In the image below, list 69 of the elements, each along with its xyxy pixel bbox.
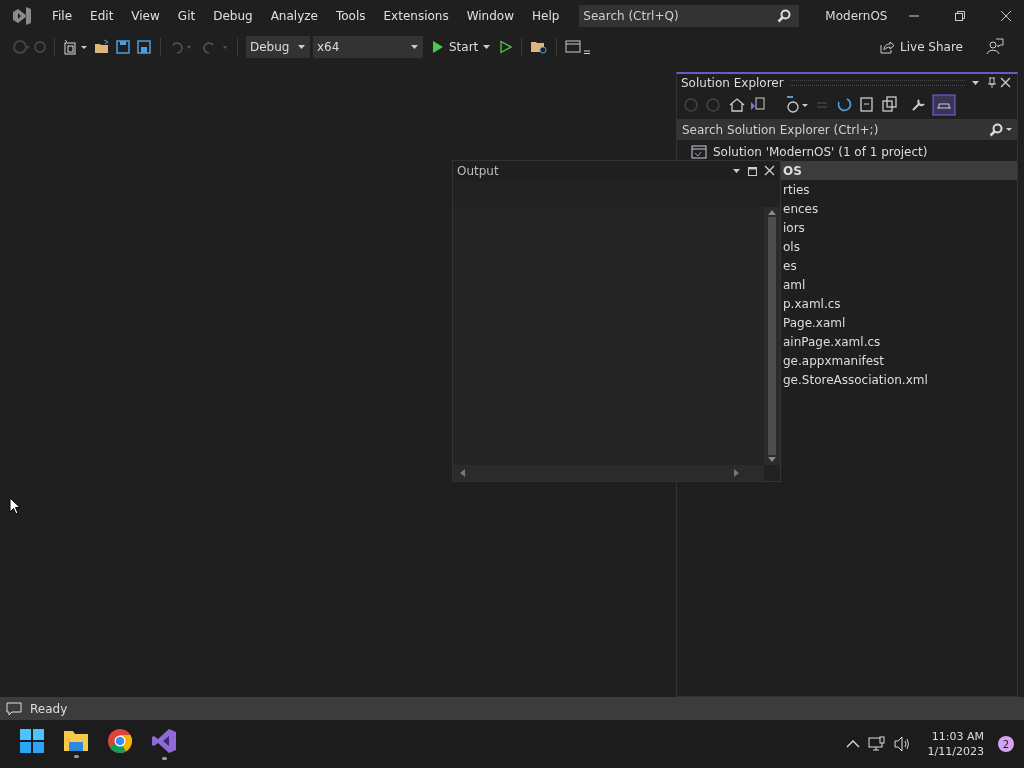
speaker-icon[interactable] [893,736,912,752]
menu-item[interactable]: Window [457,9,523,23]
tree-item[interactable]: ences [783,201,819,216]
window-title: Output [457,164,499,178]
chevron-up-icon[interactable] [845,739,860,749]
menu-item[interactable]: File [43,9,82,23]
person-feedback-icon[interactable] [986,38,1004,56]
live-share-button[interactable]: Live Share [875,39,967,55]
caret-icon [411,45,418,49]
folder-search-icon[interactable] [530,39,549,55]
clock-time[interactable]: 11:03 AM [931,729,984,744]
tree-item[interactable]: Page.xaml [783,315,846,330]
vertical-scrollbar[interactable] [764,207,780,465]
status-text: Ready [30,701,68,716]
horizontal-scrollbar[interactable] [453,465,764,481]
panel-title: Solution Explorer [681,76,784,90]
open-folder-icon[interactable] [94,39,110,55]
play-icon [432,40,444,54]
folder-icon[interactable] [63,728,89,752]
menu-item[interactable]: Edit [81,9,123,23]
window-layout-icon[interactable] [565,39,592,55]
save-all-icon[interactable] [136,39,152,55]
menu-item[interactable]: Extensions [374,9,458,23]
tree-item[interactable]: es [783,258,797,273]
save-icon[interactable] [115,39,131,55]
windows-start-icon[interactable] [19,728,45,754]
tree-item[interactable]: p.xaml.cs [783,296,841,311]
restore-icon[interactable] [954,10,966,22]
tree-item[interactable]: OS [783,163,802,178]
scroll-up-icon[interactable] [767,209,777,215]
tree-item[interactable]: ainPage.xaml.cs [783,334,881,349]
studio-icon[interactable] [151,728,177,754]
caret-icon [298,45,305,49]
menu-item[interactable]: Git [168,9,205,23]
panel-options-icon[interactable] [971,77,1011,89]
tree-item[interactable]: aml [783,277,806,292]
close-icon[interactable] [1000,10,1012,22]
scroll-down-icon[interactable] [767,457,777,463]
configuration-dropdown[interactable]: Debug [246,36,310,58]
tree-item[interactable]: ge.StoreAssociation.xml [783,372,928,387]
menu-item[interactable]: View [122,9,169,23]
scroll-left-icon[interactable] [459,468,465,478]
window-title: ModernOS [825,9,888,23]
menu-item[interactable]: Analyze [261,9,327,23]
tree-item[interactable]: iors [783,220,805,235]
tree-item[interactable]: Solution 'ModernOS' (1 of 1 project) [713,144,928,159]
notification-badge[interactable]: 2 [998,736,1014,752]
scroll-right-icon[interactable] [734,468,740,478]
app-logo-icon [11,5,33,27]
clock-date[interactable]: 1/11/2023 [927,744,984,759]
tree-item[interactable]: rties [783,182,810,197]
network-icon[interactable] [867,736,886,752]
play-outline-icon[interactable] [499,40,514,54]
platform-dropdown[interactable]: x64 [313,36,423,58]
start-button[interactable]: Start [428,40,495,54]
menu-item[interactable]: Help [523,9,569,23]
menu-item[interactable]: Tools [326,9,375,23]
solution-search-field[interactable]: Search Solution Explorer (Ctrl+;) [677,119,1017,140]
caret-icon [483,45,491,49]
solution-icon [691,144,707,159]
browser-icon[interactable] [107,728,133,754]
tree-item[interactable]: ge.appxmanifest [783,353,885,368]
tree-item[interactable]: ols [783,239,800,254]
message-icon [6,701,22,716]
search-field[interactable]: Search (Ctrl+Q) [579,5,800,27]
new-project-icon[interactable] [63,39,89,55]
share-icon [879,39,896,55]
menu-item[interactable]: Debug [204,9,262,23]
mouse-pointer-icon [9,497,21,515]
